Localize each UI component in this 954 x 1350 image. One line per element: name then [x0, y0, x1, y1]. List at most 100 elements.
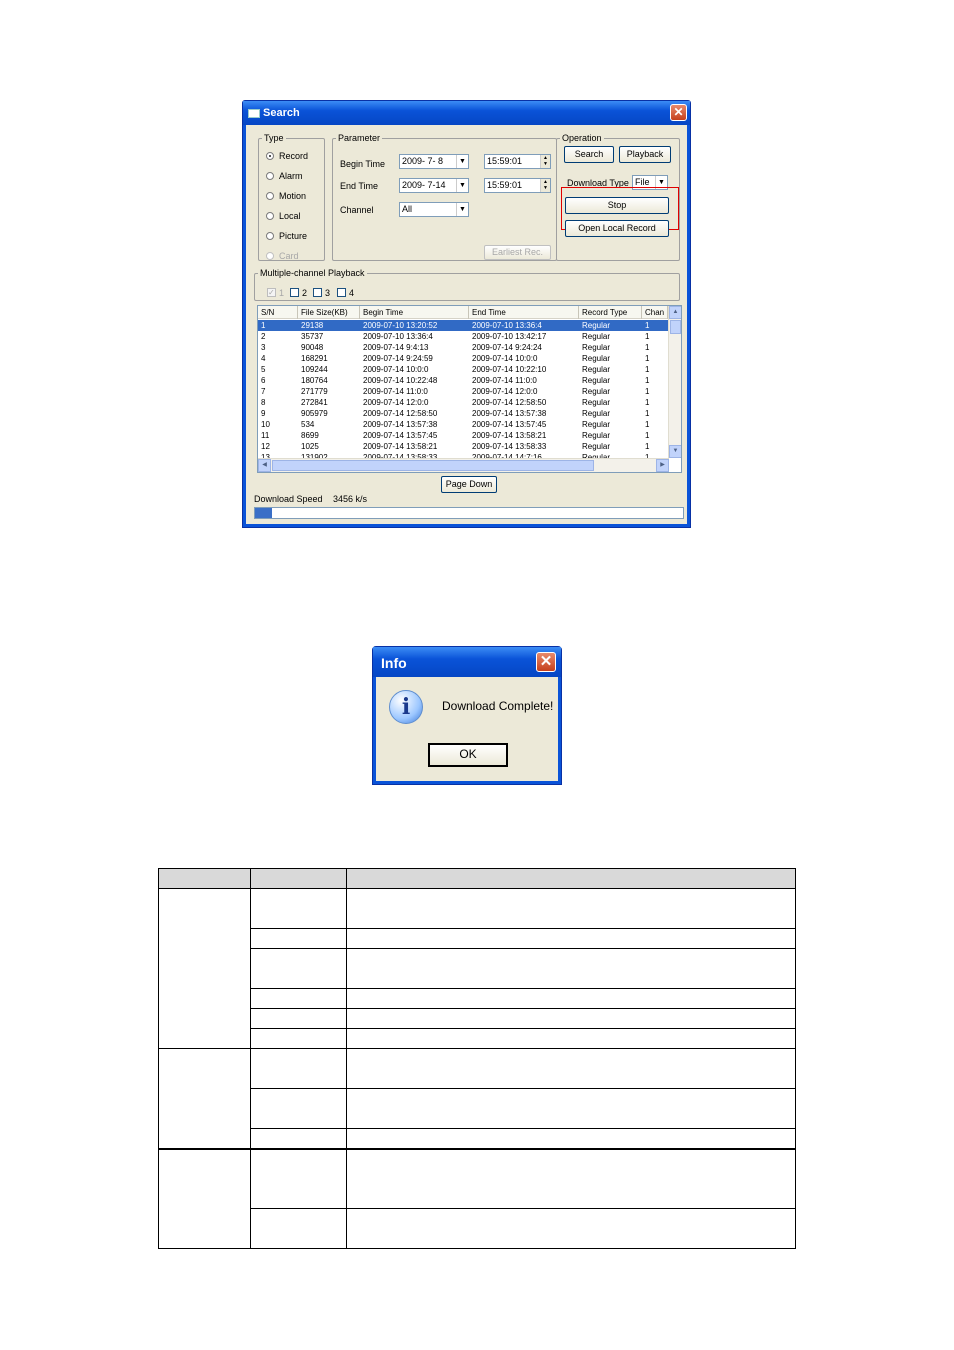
table-row[interactable]: 5 109244 2009-07-14 10:0:0 2009-07-14 10:22… — [258, 364, 668, 375]
table-cell: 109244 — [301, 365, 328, 374]
begin-date-value: 2009- 7- 8 — [402, 156, 444, 166]
type-radio-alarm[interactable] — [266, 172, 274, 180]
scroll-down-icon[interactable]: ▼ — [669, 445, 681, 458]
playback-button[interactable]: Playback — [619, 146, 671, 163]
table-cell: 1 — [261, 321, 266, 330]
table-cell: 2009-07-14 11:0:0 — [472, 376, 537, 385]
table-cell — [346, 1208, 796, 1249]
table-cell — [250, 948, 347, 989]
chevron-down-icon[interactable]: ▼ — [456, 179, 468, 192]
type-radio-picture[interactable] — [266, 232, 274, 240]
table-cell: 4 — [261, 354, 266, 363]
table-cell: 168291 — [301, 354, 328, 363]
end-date-value: 2009- 7-14 — [402, 180, 446, 190]
operation-group-legend: Operation — [562, 133, 602, 143]
column-header[interactable]: Begin Time — [360, 306, 469, 319]
type-radio-motion[interactable] — [266, 192, 274, 200]
close-icon[interactable]: ✕ — [536, 652, 556, 672]
column-header[interactable]: Record Type — [579, 306, 642, 319]
table-row — [158, 1048, 796, 1149]
earliest-record-button[interactable]: Earliest Rec. — [484, 245, 551, 260]
table-row[interactable]: 1 29138 2009-07-10 13:20:52 2009-07-10 13:3… — [258, 320, 668, 331]
column-header[interactable]: File Size(KB) — [298, 306, 360, 319]
table-cell: Regular — [582, 409, 611, 418]
begin-date-select[interactable]: 2009- 7- 8 ▼ — [399, 154, 469, 169]
type-option-label: Picture — [279, 231, 308, 241]
table-row[interactable]: 11 8699 2009-07-14 13:57:45 2009-07-14 13:5… — [258, 430, 668, 441]
chevron-down-icon[interactable]: ▼ — [456, 203, 468, 216]
table-row[interactable]: 10 534 2009-07-14 13:57:38 2009-07-14 13:57… — [258, 419, 668, 430]
table-cell: 2009-07-14 13:57:38 — [363, 420, 438, 429]
channel-checkbox-4[interactable] — [337, 288, 346, 297]
type-radio-record[interactable] — [266, 152, 274, 160]
table-cell: 1 — [645, 376, 650, 385]
table-cell: 2009-07-14 10:0:0 — [363, 365, 429, 374]
table-row[interactable]: 2 35737 2009-07-10 13:36:4 2009-07-10 13:42… — [258, 331, 668, 342]
table-cell: Regular — [582, 398, 611, 407]
ok-button[interactable]: OK — [428, 743, 508, 767]
table-cell: 1 — [645, 442, 650, 451]
page-down-button[interactable]: Page Down — [441, 476, 497, 493]
table-cell: 2009-07-14 10:0:0 — [472, 354, 538, 363]
close-icon[interactable]: ✕ — [670, 104, 687, 121]
channel-checkbox-label: 1 — [279, 288, 285, 298]
table-cell — [346, 1147, 796, 1209]
channel-select[interactable]: All ▼ — [399, 202, 469, 217]
table-cell: 1025 — [301, 442, 319, 451]
spin-updown-icon[interactable]: ▲ ▼ — [540, 179, 550, 192]
table-row — [158, 888, 796, 1049]
table-cell: 1 — [645, 431, 650, 440]
column-header[interactable]: S/N — [258, 306, 298, 319]
column-header[interactable]: End Time — [469, 306, 579, 319]
spin-updown-icon[interactable]: ▲ ▼ — [540, 155, 550, 168]
search-window-titlebar[interactable]: Search ✕ — [243, 101, 690, 125]
table-group-cell — [158, 1147, 251, 1249]
chevron-down-icon[interactable]: ▼ — [456, 155, 468, 168]
table-cell: 7 — [261, 387, 266, 396]
table-row[interactable]: 7 271779 2009-07-14 11:0:0 2009-07-14 12:0:… — [258, 386, 668, 397]
table-row[interactable]: 4 168291 2009-07-14 9:24:59 2009-07-14 10:0… — [258, 353, 668, 364]
table-cell — [250, 1147, 347, 1209]
column-header[interactable]: Chan — [642, 306, 668, 319]
table-header-cell — [250, 868, 347, 889]
table-row[interactable]: 12 1025 2009-07-14 13:58:21 2009-07-14 13:5… — [258, 441, 668, 452]
table-row[interactable]: 3 90048 2009-07-14 9:4:13 2009-07-14 9:24:2… — [258, 342, 668, 353]
table-row — [159, 988, 796, 1009]
type-radio-local[interactable] — [266, 212, 274, 220]
table-cell: 2009-07-10 13:20:52 — [363, 321, 438, 330]
parameter-group-legend: Parameter — [338, 133, 381, 143]
table-cell: 29138 — [301, 321, 324, 330]
table-cell: 534 — [301, 420, 315, 429]
search-button[interactable]: Search — [564, 146, 614, 163]
end-time-value: 15:59:01 — [487, 180, 523, 190]
table-cell — [346, 988, 796, 1009]
channel-checkbox-3[interactable] — [313, 288, 322, 297]
end-time-field[interactable]: 15:59:01 ▲ ▼ — [484, 178, 551, 193]
table-cell: 1 — [645, 343, 650, 352]
channel-checkbox-2[interactable] — [290, 288, 299, 297]
open-local-record-button[interactable]: Open Local Record — [565, 220, 669, 237]
begin-time-field[interactable]: 15:59:01 ▲ ▼ — [484, 154, 551, 169]
search-window: Search ✕ Type Record Alarm Motion Local Pict… — [242, 100, 691, 528]
table-cell: Regular — [582, 332, 611, 341]
scroll-left-icon[interactable]: ◀ — [258, 459, 271, 472]
scroll-thumb[interactable] — [670, 320, 681, 334]
table-cell: Regular — [582, 442, 611, 451]
table-row[interactable]: 9 905979 2009-07-14 12:58:50 2009-07-14 13:… — [258, 408, 668, 419]
table-cell: 2009-07-14 9:24:24 — [472, 343, 542, 352]
type-group-legend: Type — [264, 133, 284, 143]
end-date-select[interactable]: 2009- 7-14 ▼ — [399, 178, 469, 193]
table-header-cell — [346, 868, 796, 889]
table-cell: 2009-07-10 13:42:17 — [472, 332, 547, 341]
scroll-thumb-horizontal[interactable] — [272, 460, 594, 471]
table-cell: 2009-07-14 12:58:50 — [472, 398, 547, 407]
info-dialog-titlebar[interactable]: Info ✕ — [373, 647, 561, 677]
table-row[interactable]: 8 272841 2009-07-14 12:0:0 2009-07-14 12:58… — [258, 397, 668, 408]
table-row[interactable]: 6 180764 2009-07-14 10:22:48 2009-07-14 11:… — [258, 375, 668, 386]
scroll-up-icon[interactable]: ▲ — [669, 306, 681, 319]
table-cell: 2009-07-14 13:58:21 — [472, 431, 547, 440]
horizontal-scrollbar[interactable]: ◀ ▶ — [258, 458, 669, 472]
table-cell: 2009-07-14 12:0:0 — [472, 387, 538, 396]
scroll-right-icon[interactable]: ▶ — [656, 459, 669, 472]
vertical-scrollbar[interactable]: ▲ ▼ — [668, 306, 681, 458]
